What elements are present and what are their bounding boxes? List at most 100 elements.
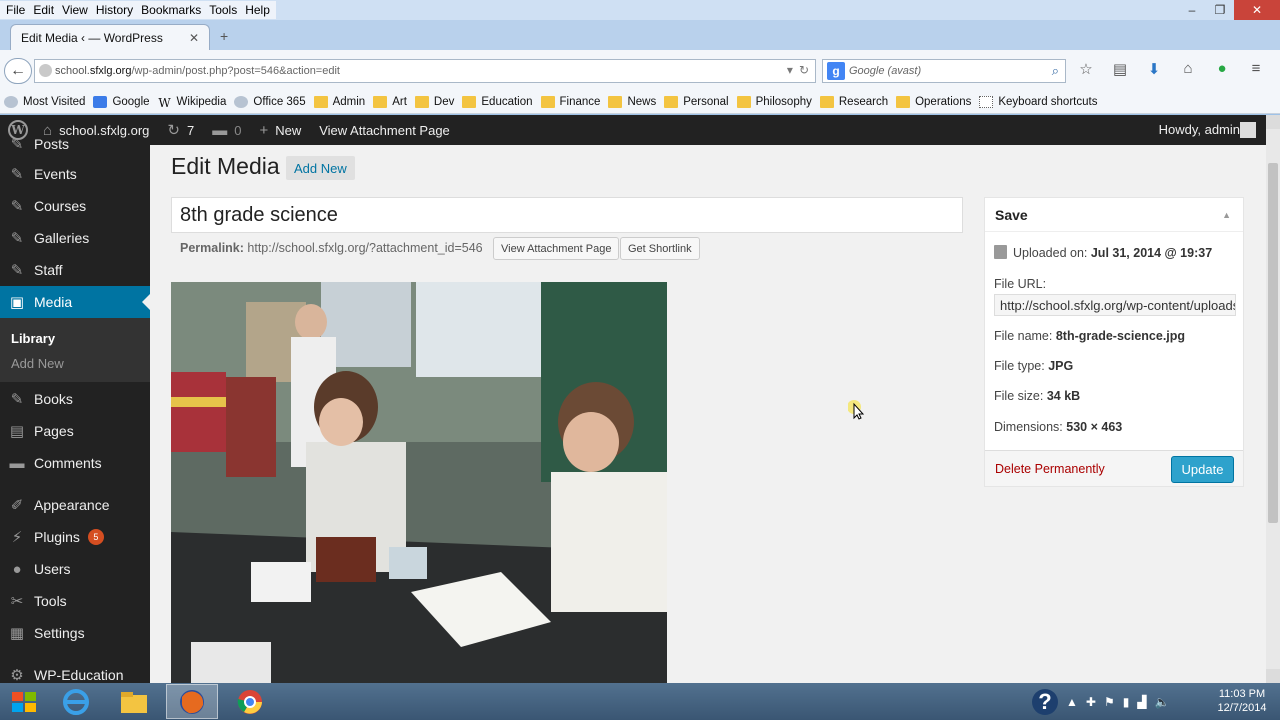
office-icon — [234, 95, 249, 108]
collapse-arrow-icon[interactable]: ▲ — [1222, 210, 1231, 220]
sidebar-item-plugins[interactable]: ⚡ Plugins 5 — [0, 521, 150, 553]
sidebar-item-users[interactable]: ● Users — [0, 553, 150, 585]
bookmark-finance[interactable]: Finance — [540, 95, 600, 108]
volume-icon[interactable]: 🔈 — [1155, 695, 1170, 709]
folder-icon — [462, 95, 477, 108]
menu-hamburger-icon[interactable]: ≡ — [1246, 60, 1266, 78]
new-tab-icon[interactable]: + — [220, 28, 228, 44]
page-scrollbar[interactable] — [1266, 115, 1280, 683]
internet-explorer-icon[interactable] — [50, 684, 102, 719]
update-button[interactable]: Update — [1171, 456, 1234, 483]
avast-icon[interactable]: ● — [1212, 60, 1232, 78]
admin-bar-updates[interactable]: ↻ 7 — [167, 121, 194, 139]
chrome-icon[interactable] — [224, 684, 276, 719]
bookmark-news[interactable]: News — [608, 95, 656, 108]
media-title-input[interactable]: 8th grade science — [171, 197, 963, 233]
sidebar-item-tools[interactable]: ✂ Tools — [0, 585, 150, 617]
bookmark-art[interactable]: Art — [373, 95, 407, 108]
admin-bar-comments[interactable]: ▬ 0 — [212, 122, 241, 139]
view-attachment-button[interactable]: View Attachment Page — [493, 237, 620, 260]
back-arrow-icon[interactable]: ← — [4, 58, 32, 84]
submenu-add-new[interactable]: Add New — [11, 356, 64, 371]
firefox-icon[interactable] — [166, 684, 218, 719]
network-icon[interactable]: ✚ — [1086, 695, 1096, 709]
sidebar-item-events[interactable]: ✎ Events — [0, 158, 150, 190]
search-bar[interactable]: g Google (avast) ⌕ — [822, 59, 1066, 83]
bookmark-philosophy[interactable]: Philosophy — [736, 95, 812, 108]
plus-icon: + — [259, 121, 269, 139]
downloads-icon[interactable]: ⬇ — [1144, 60, 1164, 78]
sidebar-item-posts[interactable]: ✎ Posts — [0, 128, 150, 160]
url-prefix: school. — [55, 65, 90, 77]
submenu-library[interactable]: Library — [11, 331, 55, 346]
sidebar-item-comments[interactable]: ▬ Comments — [0, 447, 150, 479]
system-clock[interactable]: 11:03 PM 12/7/2014 — [1212, 687, 1272, 715]
sidebar-item-media[interactable]: ▣ Media — [0, 286, 150, 318]
permalink-url[interactable]: http://school.sfxlg.org/?attachment_id=5… — [247, 241, 482, 255]
scroll-up-icon[interactable] — [1266, 115, 1280, 129]
admin-bar-view-attachment[interactable]: View Attachment Page — [319, 123, 450, 138]
start-button[interactable] — [4, 685, 44, 719]
scroll-thumb[interactable] — [1268, 163, 1278, 523]
avatar[interactable] — [1240, 122, 1256, 138]
search-icon[interactable]: ⌕ — [1052, 63, 1059, 79]
comment-icon: ▬ — [212, 121, 228, 139]
sidebar-item-staff[interactable]: ✎ Staff — [0, 254, 150, 286]
bookmark-education[interactable]: Education — [462, 95, 533, 108]
sidebar-item-appearance[interactable]: ✐ Appearance — [0, 489, 150, 521]
tab-close-icon[interactable]: ✕ — [189, 31, 199, 45]
howdy-admin[interactable]: Howdy, admin — [1159, 122, 1240, 137]
menu-bookmarks[interactable]: Bookmarks — [137, 3, 205, 17]
minimize-icon[interactable]: – — [1178, 0, 1206, 20]
bookmark-operations[interactable]: Operations — [896, 95, 971, 108]
sidebar-item-settings[interactable]: ▦ Settings — [0, 617, 150, 649]
file-url-field[interactable]: http://school.sfxlg.org/wp-content/uploa… — [994, 294, 1236, 316]
sidebar-item-wp-education[interactable]: ⚙ WP-Education — [0, 659, 150, 683]
reload-icon[interactable]: ↻ — [799, 63, 809, 77]
tab-edit-media[interactable]: Edit Media ‹ — WordPress ✕ — [10, 24, 210, 50]
bookmark-office365[interactable]: Office 365 — [234, 95, 306, 108]
menu-edit[interactable]: Edit — [29, 3, 58, 17]
url-path: /wp-admin/post.php?post=546&action=edit — [131, 65, 340, 77]
bookmark-research[interactable]: Research — [819, 95, 888, 108]
sidebar-item-pages[interactable]: ▤ Pages — [0, 415, 150, 447]
file-explorer-icon[interactable] — [108, 684, 160, 719]
folder-icon — [540, 95, 555, 108]
scroll-down-icon[interactable] — [1266, 669, 1280, 683]
menu-file[interactable]: File — [2, 3, 29, 17]
battery-icon[interactable]: ▮ — [1123, 695, 1130, 709]
media-submenu: Library Add New — [0, 318, 150, 382]
close-window-icon[interactable]: ✕ — [1234, 0, 1280, 20]
bookmark-keyboard-shortcuts[interactable]: Keyboard shortcuts — [979, 95, 1097, 108]
bookmark-google[interactable]: Google — [93, 95, 150, 108]
sidebar-item-courses[interactable]: ✎ Courses — [0, 190, 150, 222]
dropdown-arrow-icon[interactable]: ▾ — [787, 63, 793, 77]
bookmark-most-visited[interactable]: Most Visited — [4, 95, 85, 108]
tab-bar: Edit Media ‹ — WordPress ✕ + — [0, 20, 1280, 50]
google-icon[interactable]: g — [827, 62, 845, 80]
signal-icon[interactable]: ▟ — [1137, 695, 1146, 709]
get-shortlink-button[interactable]: Get Shortlink — [620, 237, 700, 260]
bookmarks-menu-icon[interactable]: ▤ — [1110, 60, 1130, 78]
menu-help[interactable]: Help — [241, 3, 274, 17]
site-identity-icon[interactable] — [39, 64, 52, 77]
restore-icon[interactable]: ❐ — [1206, 0, 1234, 20]
add-new-button[interactable]: Add New — [286, 156, 355, 180]
admin-bar-new[interactable]: + New — [259, 122, 301, 139]
bookmark-dev[interactable]: Dev — [414, 95, 454, 108]
bookmark-admin[interactable]: Admin — [313, 95, 365, 108]
menu-tools[interactable]: Tools — [205, 3, 241, 17]
menu-view[interactable]: View — [58, 3, 92, 17]
menu-history[interactable]: History — [92, 3, 137, 17]
help-icon[interactable]: ? — [1032, 688, 1058, 715]
bookmark-wikipedia[interactable]: W Wikipedia — [158, 96, 226, 110]
flag-icon[interactable]: ⚑ — [1104, 695, 1115, 709]
delete-permanently-link[interactable]: Delete Permanently — [995, 462, 1105, 476]
bookmark-star-icon[interactable]: ☆ — [1076, 60, 1096, 78]
sidebar-item-books[interactable]: ✎ Books — [0, 383, 150, 415]
show-hidden-icons-icon[interactable]: ▲ — [1066, 695, 1078, 709]
bookmark-personal[interactable]: Personal — [664, 95, 729, 108]
url-bar[interactable]: school. sfxlg.org/wp-admin/post.php?post=… — [34, 59, 816, 83]
sidebar-item-galleries[interactable]: ✎ Galleries — [0, 222, 150, 254]
home-icon[interactable]: ⌂ — [1178, 60, 1198, 78]
